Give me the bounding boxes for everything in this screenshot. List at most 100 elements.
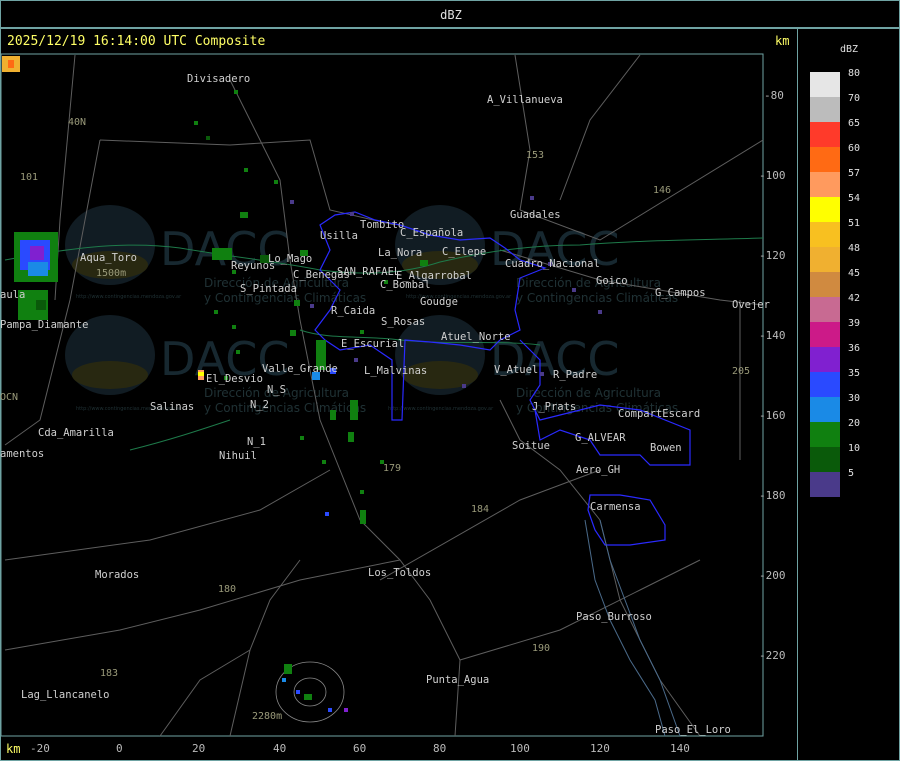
place-label[interactable]: J_Prats bbox=[532, 401, 576, 413]
place-label[interactable]: Carmensa bbox=[590, 501, 641, 513]
city-label[interactable]: G_ALVEAR bbox=[575, 432, 626, 444]
y-tick-label: -140 bbox=[759, 329, 786, 342]
legend-swatch bbox=[810, 197, 840, 222]
legend-label: 48 bbox=[848, 243, 861, 254]
x-tick-label: 120 bbox=[590, 742, 610, 755]
place-label[interactable]: N_S bbox=[267, 384, 286, 396]
place-label[interactable]: Valle_Grande bbox=[262, 363, 338, 375]
route-label: 184 bbox=[471, 504, 489, 515]
place-label[interactable]: R_Caida bbox=[331, 305, 375, 317]
y-tick-label: -220 bbox=[759, 649, 786, 662]
place-label[interactable]: Paso_Burroso bbox=[576, 611, 652, 623]
place-label[interactable]: N_2 bbox=[250, 399, 269, 411]
unit-label-top: km bbox=[775, 34, 790, 48]
legend-swatch bbox=[810, 447, 840, 472]
x-tick-label: 20 bbox=[192, 742, 205, 755]
place-label[interactable]: Cuadro_Nacional bbox=[505, 258, 600, 270]
y-tick-label: -200 bbox=[759, 569, 786, 582]
y-tick-label: -100 bbox=[759, 169, 786, 182]
legend-swatch bbox=[810, 347, 840, 372]
y-tick-label: -160 bbox=[759, 409, 786, 422]
place-label[interactable]: Goico bbox=[596, 275, 628, 287]
place-label[interactable]: amentos bbox=[0, 448, 44, 460]
place-label[interactable]: Paso_El_Loro bbox=[655, 724, 731, 736]
place-label[interactable]: Pampa_Diamante bbox=[0, 319, 89, 331]
place-label[interactable]: L_Malvinas bbox=[364, 365, 427, 377]
place-label[interactable]: Aqua_Toro bbox=[80, 252, 137, 264]
place-label[interactable]: S_Pintada bbox=[240, 283, 297, 295]
watermark-line2: y Contingencias Climáticas bbox=[516, 291, 678, 305]
place-label[interactable]: Goudge bbox=[420, 296, 458, 308]
legend-swatch bbox=[810, 172, 840, 197]
x-tick-label: 80 bbox=[433, 742, 446, 755]
unit-label-bottom: km bbox=[6, 742, 21, 756]
place-label[interactable]: Divisadero bbox=[187, 73, 250, 85]
legend-swatch bbox=[810, 272, 840, 297]
place-label[interactable]: A_Villanueva bbox=[487, 94, 563, 106]
place-label[interactable]: Tombito bbox=[360, 219, 404, 231]
y-tick-label: -80 bbox=[764, 89, 784, 102]
place-label[interactable]: La_Nora bbox=[378, 247, 422, 259]
route-label: 146 bbox=[653, 185, 671, 196]
province-boundaries bbox=[584, 519, 681, 737]
place-label[interactable]: Morados bbox=[95, 569, 139, 581]
legend-label: 51 bbox=[848, 218, 861, 229]
place-label[interactable]: S_Rosas bbox=[381, 316, 425, 328]
route-label: 205 bbox=[732, 366, 750, 377]
place-label[interactable]: Nihuil bbox=[219, 450, 257, 462]
x-tick-label: 140 bbox=[670, 742, 690, 755]
legend-label: 36 bbox=[848, 343, 861, 354]
legend-label: 42 bbox=[848, 293, 861, 304]
place-label[interactable]: El_Desvio bbox=[206, 373, 263, 385]
place-label[interactable]: V_Atuel bbox=[494, 364, 538, 376]
legend-swatch bbox=[810, 472, 840, 497]
legend-label: 54 bbox=[848, 193, 861, 204]
legend-label: 60 bbox=[848, 143, 861, 154]
place-label[interactable]: Guadales bbox=[510, 209, 561, 221]
place-label[interactable]: Los_Toldos bbox=[368, 567, 431, 579]
place-label[interactable]: C_Bombal bbox=[380, 279, 431, 291]
legend-swatch bbox=[810, 147, 840, 172]
radar-map[interactable]: DACC DACC DACC DACC Dirección de Agricul… bbox=[0, 0, 900, 761]
route-label: 101 bbox=[20, 172, 38, 183]
place-label[interactable]: Punta_Agua bbox=[426, 674, 489, 686]
place-label[interactable]: G_Campos bbox=[655, 287, 706, 299]
place-label[interactable]: R_Padre bbox=[553, 369, 597, 381]
place-label[interactable]: Aero_GH bbox=[576, 464, 620, 476]
legend-label: 10 bbox=[848, 443, 861, 454]
route-label: 179 bbox=[383, 463, 401, 474]
place-label[interactable]: C_Elepe bbox=[442, 246, 486, 258]
place-label[interactable]: E_Escurial bbox=[341, 338, 404, 350]
legend-label: 30 bbox=[848, 393, 861, 404]
place-label[interactable]: Salinas bbox=[150, 401, 194, 413]
watermark-url: http://www.contingencias.mendoza.gov.ar bbox=[388, 406, 494, 412]
elevation-label: 1500m bbox=[96, 268, 126, 279]
watermark-line2: y Contingencias Climáticas bbox=[204, 401, 366, 415]
place-label[interactable]: Soitue bbox=[512, 440, 550, 452]
legend-swatch bbox=[810, 72, 840, 97]
city-label[interactable]: SAN_RAFAEL bbox=[337, 266, 400, 278]
place-label[interactable]: Lo_Mago bbox=[268, 253, 312, 265]
place-label[interactable]: Bowen bbox=[650, 442, 682, 454]
place-label[interactable]: C_Española bbox=[400, 227, 463, 239]
legend-label: 57 bbox=[848, 168, 861, 179]
place-label[interactable]: Cda_Amarilla bbox=[38, 427, 114, 439]
route-label: 153 bbox=[526, 150, 544, 161]
place-label[interactable]: Lag_Llancanelo bbox=[21, 689, 110, 701]
place-label[interactable]: Atuel_Norte bbox=[441, 331, 511, 343]
place-label[interactable]: N_1 bbox=[247, 436, 266, 448]
place-label[interactable]: Usilla bbox=[320, 230, 358, 242]
legend-swatch bbox=[810, 122, 840, 147]
place-label[interactable]: CompartEscard bbox=[618, 408, 700, 420]
place-label[interactable]: Ovejer bbox=[732, 299, 770, 311]
legend-label: 5 bbox=[848, 468, 855, 479]
legend-label: 65 bbox=[848, 118, 861, 129]
place-label[interactable]: aula bbox=[0, 289, 25, 301]
route-label: 40N bbox=[68, 117, 86, 128]
x-tick-label: 40 bbox=[273, 742, 286, 755]
timestamp-label: 2025/12/19 16:14:00 UTC Composite bbox=[7, 34, 266, 49]
legend-label: 70 bbox=[848, 93, 861, 104]
legend-swatch bbox=[810, 422, 840, 447]
route-label: 183 bbox=[100, 668, 118, 679]
legend-swatch bbox=[810, 222, 840, 247]
